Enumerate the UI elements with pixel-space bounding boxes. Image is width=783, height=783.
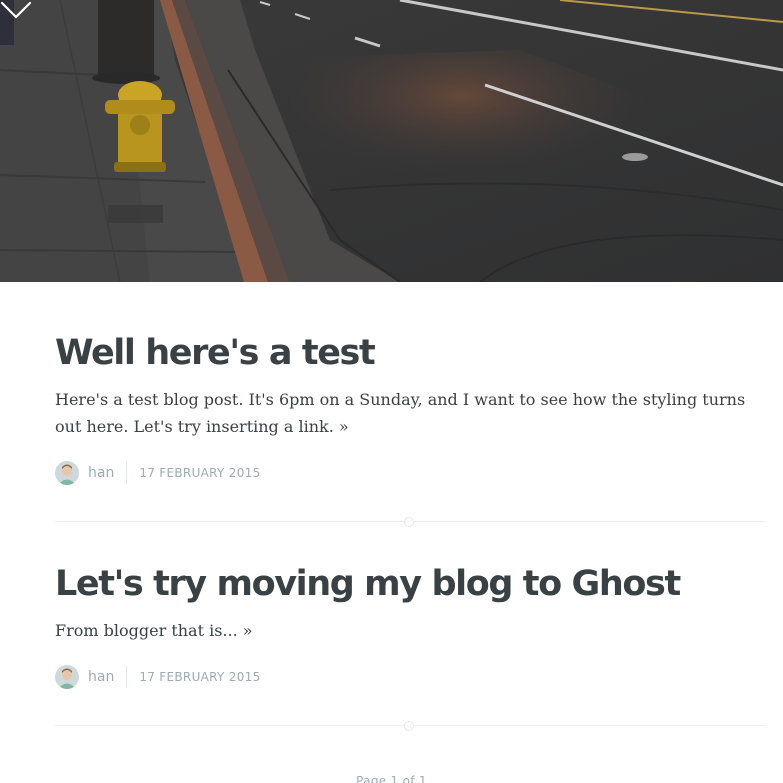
- post-separator: [55, 516, 765, 528]
- meta-divider: [126, 666, 128, 688]
- post-date: 17 February 2015: [139, 466, 261, 480]
- author-avatar[interactable]: [55, 665, 79, 689]
- post-date: 17 February 2015: [139, 670, 261, 684]
- post-card: Well here's a test Here's a test blog po…: [55, 330, 765, 486]
- page-number: Page 1 of 1: [356, 774, 427, 783]
- post-separator: [55, 720, 765, 732]
- post-card: Let's try moving my blog to Ghost From b…: [55, 561, 765, 690]
- separator-dot: [404, 517, 414, 527]
- cover-image: [0, 0, 783, 282]
- post-excerpt-text: Here's a test blog post. It's 6pm on a S…: [55, 390, 746, 436]
- read-more-link[interactable]: »: [339, 417, 349, 436]
- post-meta: han 17 February 2015: [55, 664, 765, 690]
- pagination: Page 1 of 1: [0, 774, 783, 783]
- author-name[interactable]: han: [88, 669, 114, 685]
- avatar-image: [55, 461, 79, 485]
- post-excerpt-text: From blogger that is...: [55, 621, 238, 640]
- author-avatar[interactable]: [55, 461, 79, 485]
- post-meta: han 17 February 2015: [55, 460, 765, 486]
- meta-divider: [126, 462, 128, 484]
- read-more-link[interactable]: »: [243, 621, 253, 640]
- author-name[interactable]: han: [88, 465, 114, 481]
- post-title[interactable]: Well here's a test: [55, 330, 765, 376]
- post-excerpt: Here's a test blog post. It's 6pm on a S…: [55, 386, 755, 440]
- post-excerpt: From blogger that is... »: [55, 617, 755, 644]
- chevron-down-icon[interactable]: [0, 0, 32, 20]
- street-photo: [0, 0, 783, 282]
- separator-dot: [404, 721, 414, 731]
- avatar-image: [55, 665, 79, 689]
- post-title[interactable]: Let's try moving my blog to Ghost: [55, 561, 765, 607]
